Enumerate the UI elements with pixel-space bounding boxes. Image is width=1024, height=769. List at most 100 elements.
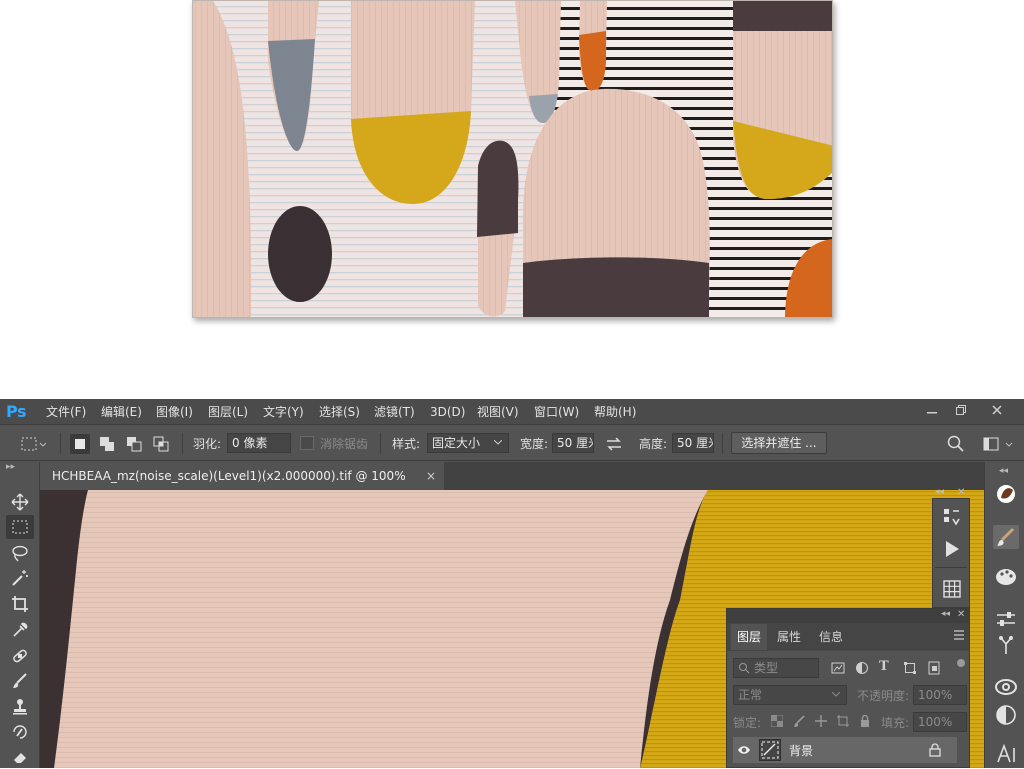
lasso-tool-icon[interactable] (6, 541, 34, 565)
menu-bar: Ps 文件(F) 编辑(E) 图像(I) 图层(L) 文字(Y) 选择(S) 滤… (0, 399, 1024, 425)
eyedropper-tool-icon[interactable] (6, 618, 34, 642)
move-tool-icon[interactable] (6, 490, 34, 514)
healing-brush-tool-icon[interactable] (6, 644, 34, 668)
character-icon[interactable] (993, 742, 1019, 766)
menu-type[interactable]: 文字(Y) (263, 399, 304, 425)
lock-artboard-icon[interactable] (837, 715, 849, 730)
palette-icon[interactable] (993, 565, 1019, 589)
menu-window[interactable]: 窗口(W) (534, 399, 579, 425)
panel-header: ◂◂ ✕ (727, 609, 969, 623)
separator (60, 433, 61, 454)
layers-panel: ◂◂ ✕ 图层 属性 信息 类型 T 正常 不透明度: 100% 锁定: 填充:… (726, 608, 970, 768)
filter-pixel-icon[interactable] (831, 661, 845, 678)
new-selection-icon[interactable] (70, 434, 90, 454)
brush-preset-icon[interactable] (993, 525, 1019, 549)
eye-icon[interactable] (737, 743, 751, 760)
chevron-down-icon (494, 440, 502, 445)
tab-info[interactable]: 信息 (813, 624, 849, 650)
tab-properties[interactable]: 属性 (771, 624, 807, 650)
height-input[interactable]: 50 厘米 (672, 433, 714, 453)
fill-value: 100% (918, 715, 953, 729)
marquee-tool-icon[interactable] (6, 515, 34, 539)
separator (935, 567, 967, 568)
filter-adjustment-icon[interactable] (855, 661, 869, 678)
options-bar: 羽化: 0 像素 消除锯齿 样式: 固定大小 宽度: 50 厘米 高度: 50 … (0, 426, 1024, 461)
select-and-mask-button[interactable]: 选择并遮住 ... (731, 432, 827, 454)
clone-stamp-tool-icon[interactable] (6, 695, 34, 719)
separator (380, 433, 381, 454)
collapse-panel-icon[interactable]: ◂◂ (941, 609, 950, 619)
document-tab[interactable]: HCHBEAA_mz(noise_scale)(Level1)(x2.00000… (40, 462, 444, 511)
filter-toggle[interactable] (957, 659, 965, 667)
tab-close-icon[interactable]: × (426, 462, 436, 490)
layer-filter-select[interactable]: 类型 (733, 658, 819, 678)
filter-type-icon[interactable]: T (879, 659, 889, 674)
paths-icon[interactable] (993, 634, 1019, 658)
eraser-tool-icon[interactable] (6, 745, 34, 769)
menu-file[interactable]: 文件(F) (46, 399, 86, 425)
width-label: 宽度: (520, 437, 549, 451)
layer-thumbnail (759, 739, 781, 761)
brush-tool-icon[interactable] (6, 669, 34, 693)
blend-mode-value: 正常 (738, 688, 763, 702)
right-dock: ◂◂ (984, 462, 1024, 768)
blend-mode-select[interactable]: 正常 (733, 685, 847, 705)
collapse-mini-icon[interactable]: ◂◂ (935, 487, 944, 497)
filter-shape-icon[interactable] (903, 661, 917, 678)
style-label: 样式: (392, 437, 421, 451)
menu-image[interactable]: 图像(I) (156, 399, 193, 425)
play-icon[interactable] (942, 539, 962, 562)
style-select[interactable]: 固定大小 (427, 433, 509, 453)
close-icon[interactable] (985, 403, 1009, 421)
grid-icon[interactable] (942, 579, 962, 602)
marquee-preset-icon[interactable] (20, 434, 47, 454)
feather-input[interactable]: 0 像素 (227, 433, 291, 453)
antialias-checkbox[interactable] (300, 436, 314, 450)
swap-dimensions-icon[interactable] (604, 434, 624, 454)
adjustments-icon[interactable] (993, 607, 1019, 631)
close-mini-icon[interactable]: ✕ (957, 487, 965, 498)
style-value: 固定大小 (432, 436, 481, 450)
swatch-brush-icon[interactable] (993, 482, 1019, 506)
crop-tool-icon[interactable] (6, 592, 34, 616)
add-selection-icon[interactable] (97, 434, 117, 454)
fill-label: 填充: (881, 716, 910, 730)
menu-3d[interactable]: 3D(D) (430, 399, 465, 425)
minimize-icon[interactable] (920, 403, 944, 421)
close-panel-icon[interactable]: ✕ (957, 609, 965, 620)
layer-row[interactable]: 背景 (733, 737, 957, 763)
subtract-selection-icon[interactable] (124, 434, 144, 454)
intersect-selection-icon[interactable] (151, 434, 171, 454)
menu-layer[interactable]: 图层(L) (208, 399, 248, 425)
layer-name: 背景 (789, 744, 814, 758)
filter-smart-object-icon[interactable] (927, 661, 941, 678)
lock-pixels-icon[interactable] (793, 715, 805, 730)
filter-placeholder: 类型 (754, 661, 779, 675)
menu-select[interactable]: 选择(S) (319, 399, 360, 425)
workspace-icon[interactable] (982, 434, 1018, 454)
lock-label: 锁定: (733, 716, 762, 730)
panel-menu-icon[interactable] (953, 629, 965, 644)
creative-cloud-icon[interactable] (993, 675, 1019, 699)
opacity-input[interactable]: 100% (913, 685, 967, 705)
lock-transparent-icon[interactable] (770, 714, 784, 730)
width-input[interactable]: 50 厘米 (552, 433, 594, 453)
collapse-icon[interactable]: ▸▸ (6, 462, 15, 472)
menu-filter[interactable]: 滤镜(T) (374, 399, 415, 425)
collapse-dock-icon[interactable]: ◂◂ (999, 466, 1024, 478)
separator (722, 433, 723, 454)
menu-help[interactable]: 帮助(H) (594, 399, 636, 425)
height-label: 高度: (639, 437, 668, 451)
fill-input[interactable]: 100% (913, 712, 967, 732)
menu-view[interactable]: 视图(V) (477, 399, 519, 425)
actions-icon[interactable] (942, 507, 962, 530)
search-icon[interactable] (946, 434, 966, 454)
magic-wand-tool-icon[interactable] (6, 566, 34, 590)
adjustment-layer-icon[interactable] (993, 703, 1019, 727)
restore-icon[interactable] (949, 403, 973, 421)
lock-position-icon[interactable] (815, 715, 827, 730)
tab-layers[interactable]: 图层 (731, 624, 767, 650)
history-brush-tool-icon[interactable] (6, 720, 34, 744)
lock-all-icon[interactable] (859, 714, 871, 730)
menu-edit[interactable]: 编辑(E) (101, 399, 142, 425)
